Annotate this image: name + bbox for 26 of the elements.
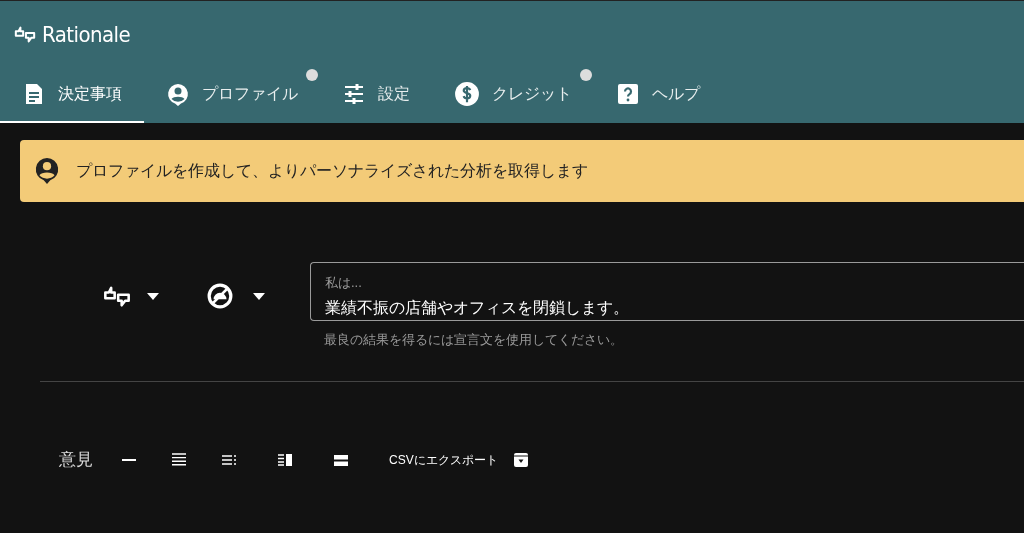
archive-icon[interactable] <box>513 453 528 467</box>
opinions-label: 意見 <box>59 449 93 472</box>
nav-tab[interactable]: 決定事項 <box>0 67 144 123</box>
field-label: 私は... <box>325 274 363 292</box>
nav-tab[interactable]: ヘルプ <box>594 67 722 123</box>
split-view-icon[interactable] <box>278 454 292 466</box>
caret-icon <box>253 292 265 300</box>
person-pin-icon <box>166 82 190 106</box>
field-value: 業績不振の店舗やオフィスを閉鎖します。 <box>325 297 630 318</box>
helper-text: 最良の結果を得るには宣言文を使用してください。 <box>324 330 624 349</box>
person-pin-icon <box>34 156 60 186</box>
blocked-icon <box>207 283 233 309</box>
decision-field[interactable]: 私は... 業績不振の店舗やオフィスを閉鎖します。 <box>310 262 1024 321</box>
nav-tab[interactable]: クレジット <box>432 67 594 123</box>
sliders-icon <box>342 82 366 106</box>
export-csv-button[interactable]: CSVにエクスポート <box>389 451 498 469</box>
nav-tab[interactable]: 設定 <box>320 67 432 123</box>
caret-icon <box>147 292 159 300</box>
nav-tab[interactable]: プロファイル <box>144 67 320 123</box>
help-icon <box>616 82 640 106</box>
banner-text: プロファイルを作成して、よりパーソナライズされた分析を取得します <box>76 161 588 181</box>
list-icon[interactable] <box>172 453 186 467</box>
dollar-icon <box>454 81 480 107</box>
app-name: Rationale <box>42 20 131 49</box>
rows-icon[interactable] <box>334 454 348 466</box>
compact-list-icon[interactable] <box>222 455 236 465</box>
